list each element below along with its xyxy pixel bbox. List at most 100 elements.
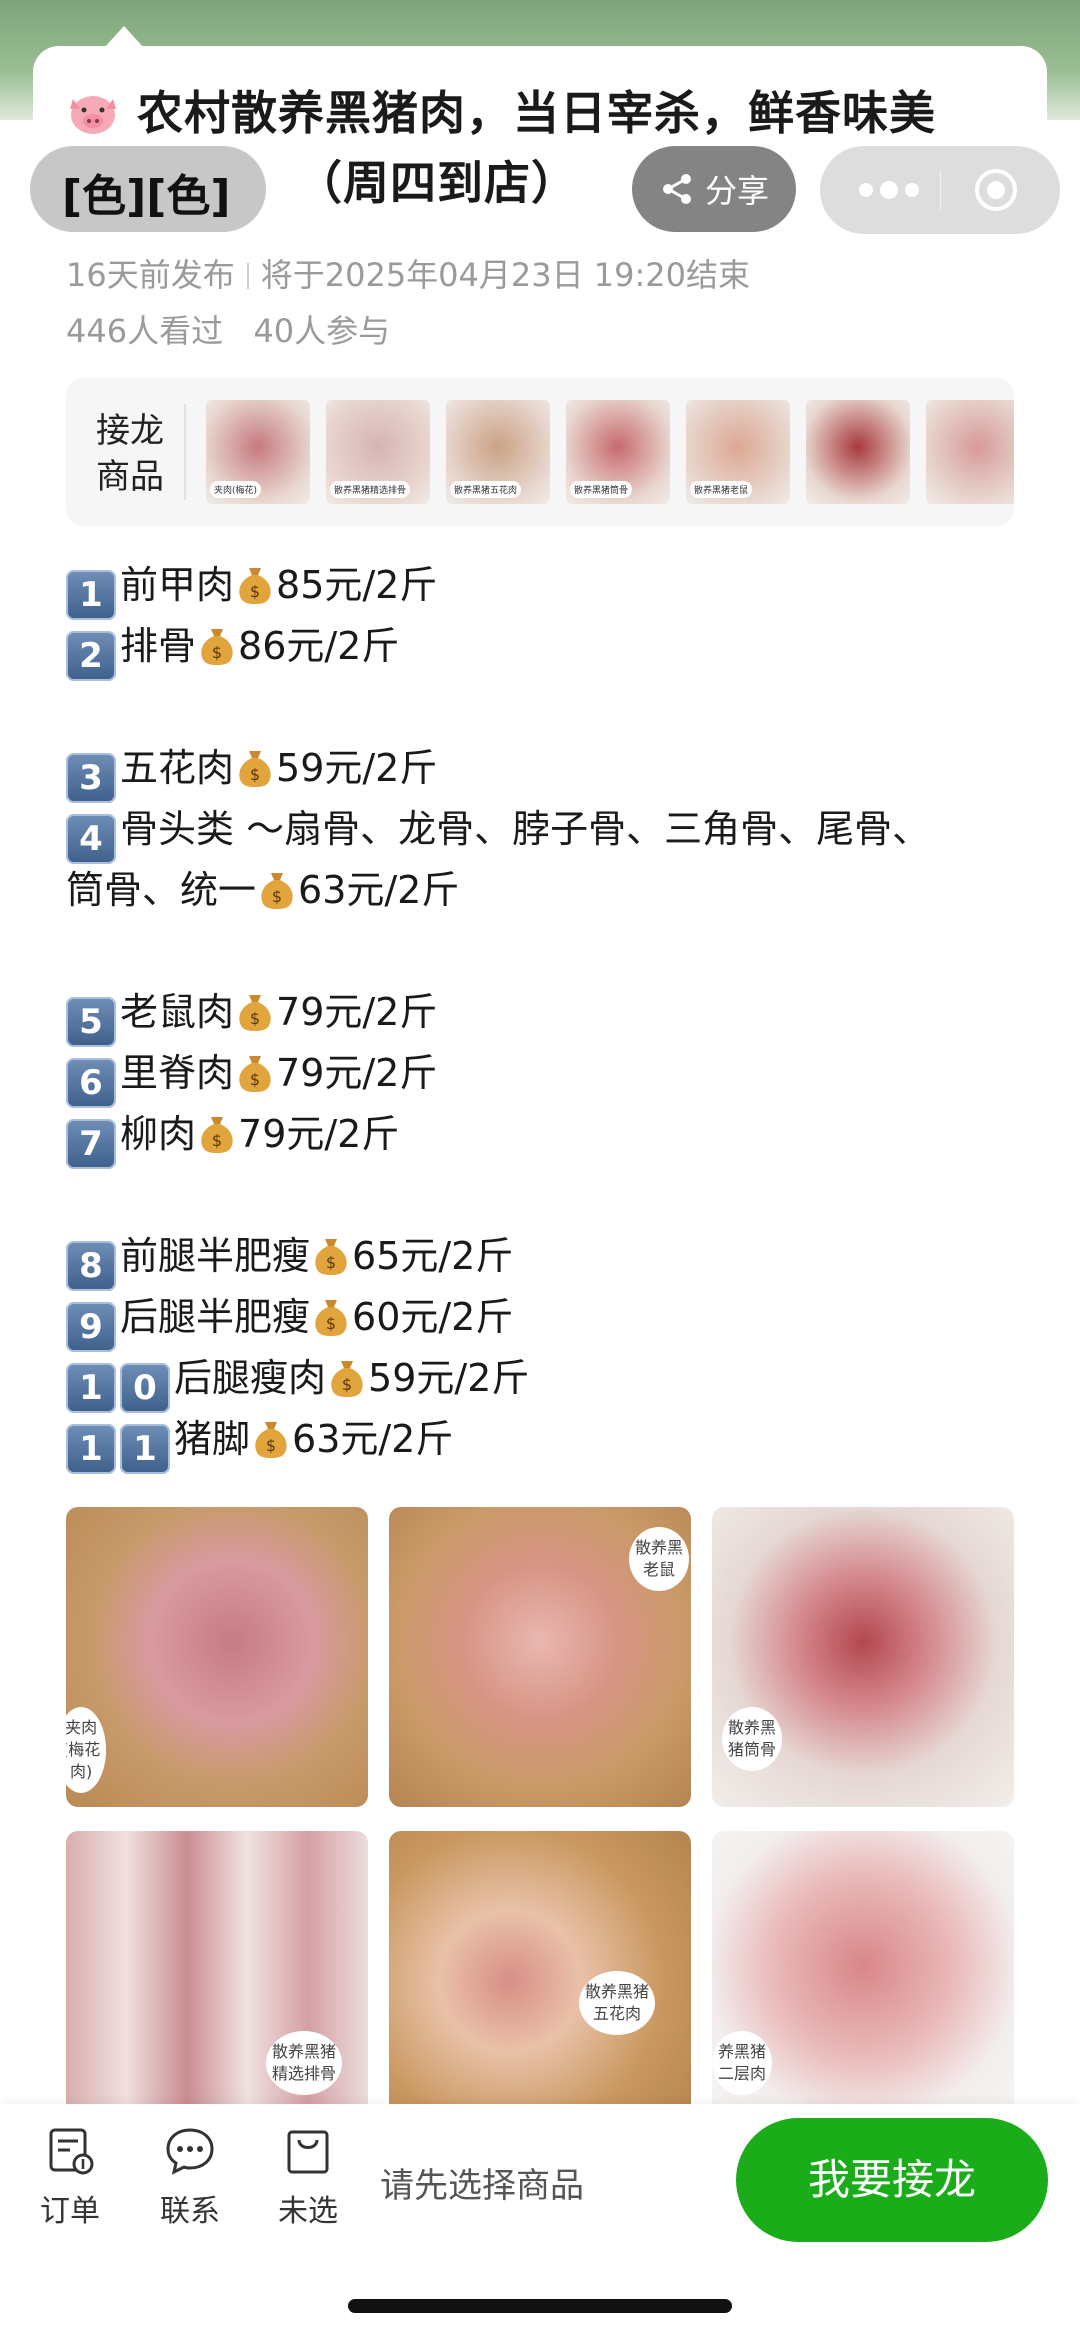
product-photo[interactable]: 散养黑 老鼠 (389, 1507, 691, 1807)
price-line: 5 老鼠肉 $79元/2斤 (66, 987, 437, 1047)
money-bag-icon: $ (239, 995, 271, 1031)
card-notch (104, 26, 144, 48)
photo-label-tag: 养黑猪 二层肉 (712, 2031, 773, 2095)
thumbnail-tag: 夹肉(梅花) (210, 481, 262, 498)
goods-label-line1: 接龙 (96, 411, 164, 451)
keycap-number-icon: 8 (66, 1241, 116, 1291)
select-hint: 请先选择商品 (380, 2166, 584, 2206)
money-bag-icon: $ (201, 629, 233, 665)
goods-thumbnail[interactable]: 夹肉(梅花) (206, 400, 310, 504)
goods-thumbnail[interactable]: 散养黑猪老鼠 (686, 400, 790, 504)
thumbnail-tag: 散养黑猪老鼠 (690, 481, 753, 498)
join-solitaire-button[interactable]: 我要接龙 (736, 2118, 1048, 2242)
target-circle-icon[interactable] (974, 168, 1018, 212)
keycap-number-icon: 4 (66, 814, 116, 864)
svg-text:$: $ (266, 1436, 276, 1455)
item-name: 五花肉 (120, 746, 235, 790)
thumbnail-tag: 散养黑猪筒骨 (570, 481, 633, 498)
price-line: 1 0 后腿瘦肉 $59元/2斤 (66, 1353, 529, 1413)
orders-button[interactable]: 订单 (20, 2124, 120, 2230)
orders-icon (49, 2128, 94, 2175)
product-photo[interactable]: 散养黑猪 五花肉 (389, 1831, 691, 2131)
price-line: 2 排骨 $86元/2斤 (66, 621, 399, 681)
product-photo[interactable]: 养黑猪 二层肉 (712, 1831, 1014, 2131)
price-line: 1 前甲肉 $85元/2斤 (66, 560, 437, 620)
item-name: 后腿瘦肉 (174, 1356, 327, 1400)
unselected-label: 未选 (278, 2194, 338, 2229)
keycap-number-icon: 1 (120, 1424, 170, 1474)
money-bag-icon: $ (239, 568, 271, 604)
goods-thumbnail[interactable] (806, 400, 910, 504)
goods-strip[interactable]: 接龙 商品 夹肉(梅花) 散养黑猪精选排骨 散养黑猪五花肉 散养黑猪筒骨 散养黑猪老鼠 (66, 378, 1014, 526)
price-line: 7 柳肉 $79元/2斤 (66, 1109, 399, 1169)
price-line: 4 骨头类 ～扇骨、龙骨、脖子骨、三角骨、尾骨、 (66, 804, 930, 864)
photo-label-tag: 夹肉 (梅花 肉) (66, 1707, 107, 1793)
keycap-number-icon: 1 (66, 1363, 116, 1413)
share-button[interactable]: 分享 (632, 146, 796, 232)
goods-thumbnail[interactable] (926, 400, 1014, 504)
keycap-number-icon: 1 (66, 570, 116, 620)
money-bag-icon: $ (239, 751, 271, 787)
item-name: 筒骨、统一 (66, 868, 257, 912)
goods-divider (184, 404, 186, 500)
keycap-number-icon: 6 (66, 1058, 116, 1108)
svg-text:$: $ (250, 1009, 260, 1028)
item-price: 79元/2斤 (238, 1112, 400, 1156)
contact-label: 联系 (160, 2194, 220, 2229)
svg-text:$: $ (342, 1375, 352, 1394)
item-price: 79元/2斤 (276, 990, 438, 1034)
price-line: 8 前腿半肥瘦 $65元/2斤 (66, 1231, 513, 1291)
views-count: 446人看过 (66, 312, 224, 350)
goods-label-line2: 商品 (96, 457, 164, 497)
keycap-number-icon: 1 (66, 1424, 116, 1474)
goods-thumbnail[interactable]: 散养黑猪精选排骨 (326, 400, 430, 504)
post-meta-stats: 446人看过 40人参与 (66, 306, 390, 352)
money-bag-icon: $ (261, 873, 293, 909)
capsule-divider (940, 170, 941, 210)
item-name: 前腿半肥瘦 (120, 1234, 311, 1278)
keycap-number-icon: 3 (66, 753, 116, 803)
share-icon (662, 174, 691, 204)
photo-label-tag: 散养黑猪 五花肉 (579, 1971, 656, 2035)
goods-label: 接龙 商品 (90, 408, 170, 500)
svg-text:$: $ (212, 1131, 222, 1150)
item-name: 猪脚 (174, 1417, 251, 1461)
item-price: 65元/2斤 (352, 1234, 514, 1278)
thumbnail-tag: 散养黑猪精选排骨 (330, 481, 411, 498)
money-bag-icon: $ (315, 1300, 347, 1336)
contact-button[interactable]: 联系 (140, 2124, 240, 2230)
item-price: 86元/2斤 (238, 624, 400, 668)
item-name: 里脊肉 (120, 1051, 235, 1095)
share-label: 分享 (704, 172, 769, 210)
keycap-number-icon: 2 (66, 631, 116, 681)
pig-face-icon (66, 86, 137, 140)
svg-text:$: $ (250, 765, 260, 784)
item-name: 后腿半肥瘦 (120, 1295, 311, 1339)
goods-thumbnail[interactable]: 散养黑猪筒骨 (566, 400, 670, 504)
home-indicator[interactable] (348, 2299, 732, 2313)
money-bag-icon: $ (315, 1239, 347, 1275)
product-photo[interactable]: 散养黑猪 精选排骨 (66, 1831, 368, 2131)
keycap-number-icon: 5 (66, 997, 116, 1047)
price-line: 筒骨、统一 $63元/2斤 (66, 865, 459, 915)
orders-label: 订单 (40, 2194, 100, 2229)
meta-divider (246, 263, 249, 289)
money-bag-icon: $ (255, 1422, 287, 1458)
more-dots-icon[interactable] (854, 176, 924, 204)
item-name: 老鼠肉 (120, 990, 235, 1034)
item-price: 85元/2斤 (276, 563, 438, 607)
item-price: 59元/2斤 (368, 1356, 530, 1400)
svg-text:$: $ (250, 1070, 260, 1089)
product-photo[interactable]: 夹肉 (梅花 肉) (66, 1507, 368, 1807)
item-price: 59元/2斤 (276, 746, 438, 790)
unselected-button[interactable]: 未选 (258, 2124, 358, 2230)
post-title-line2: （周四到店） (296, 156, 578, 210)
published-time: 16天前发布 (66, 256, 235, 294)
chat-bubble-icon (166, 2128, 214, 2175)
photo-label-tag: 散养黑猪 精选排骨 (266, 2031, 343, 2095)
product-photo[interactable]: 散养黑 猪筒骨 (712, 1507, 1014, 1807)
goods-thumbnail[interactable]: 散养黑猪五花肉 (446, 400, 550, 504)
mini-program-capsule (820, 146, 1060, 234)
svg-text:$: $ (272, 887, 282, 906)
photo-label-tag: 散养黑 猪筒骨 (722, 1707, 783, 1771)
